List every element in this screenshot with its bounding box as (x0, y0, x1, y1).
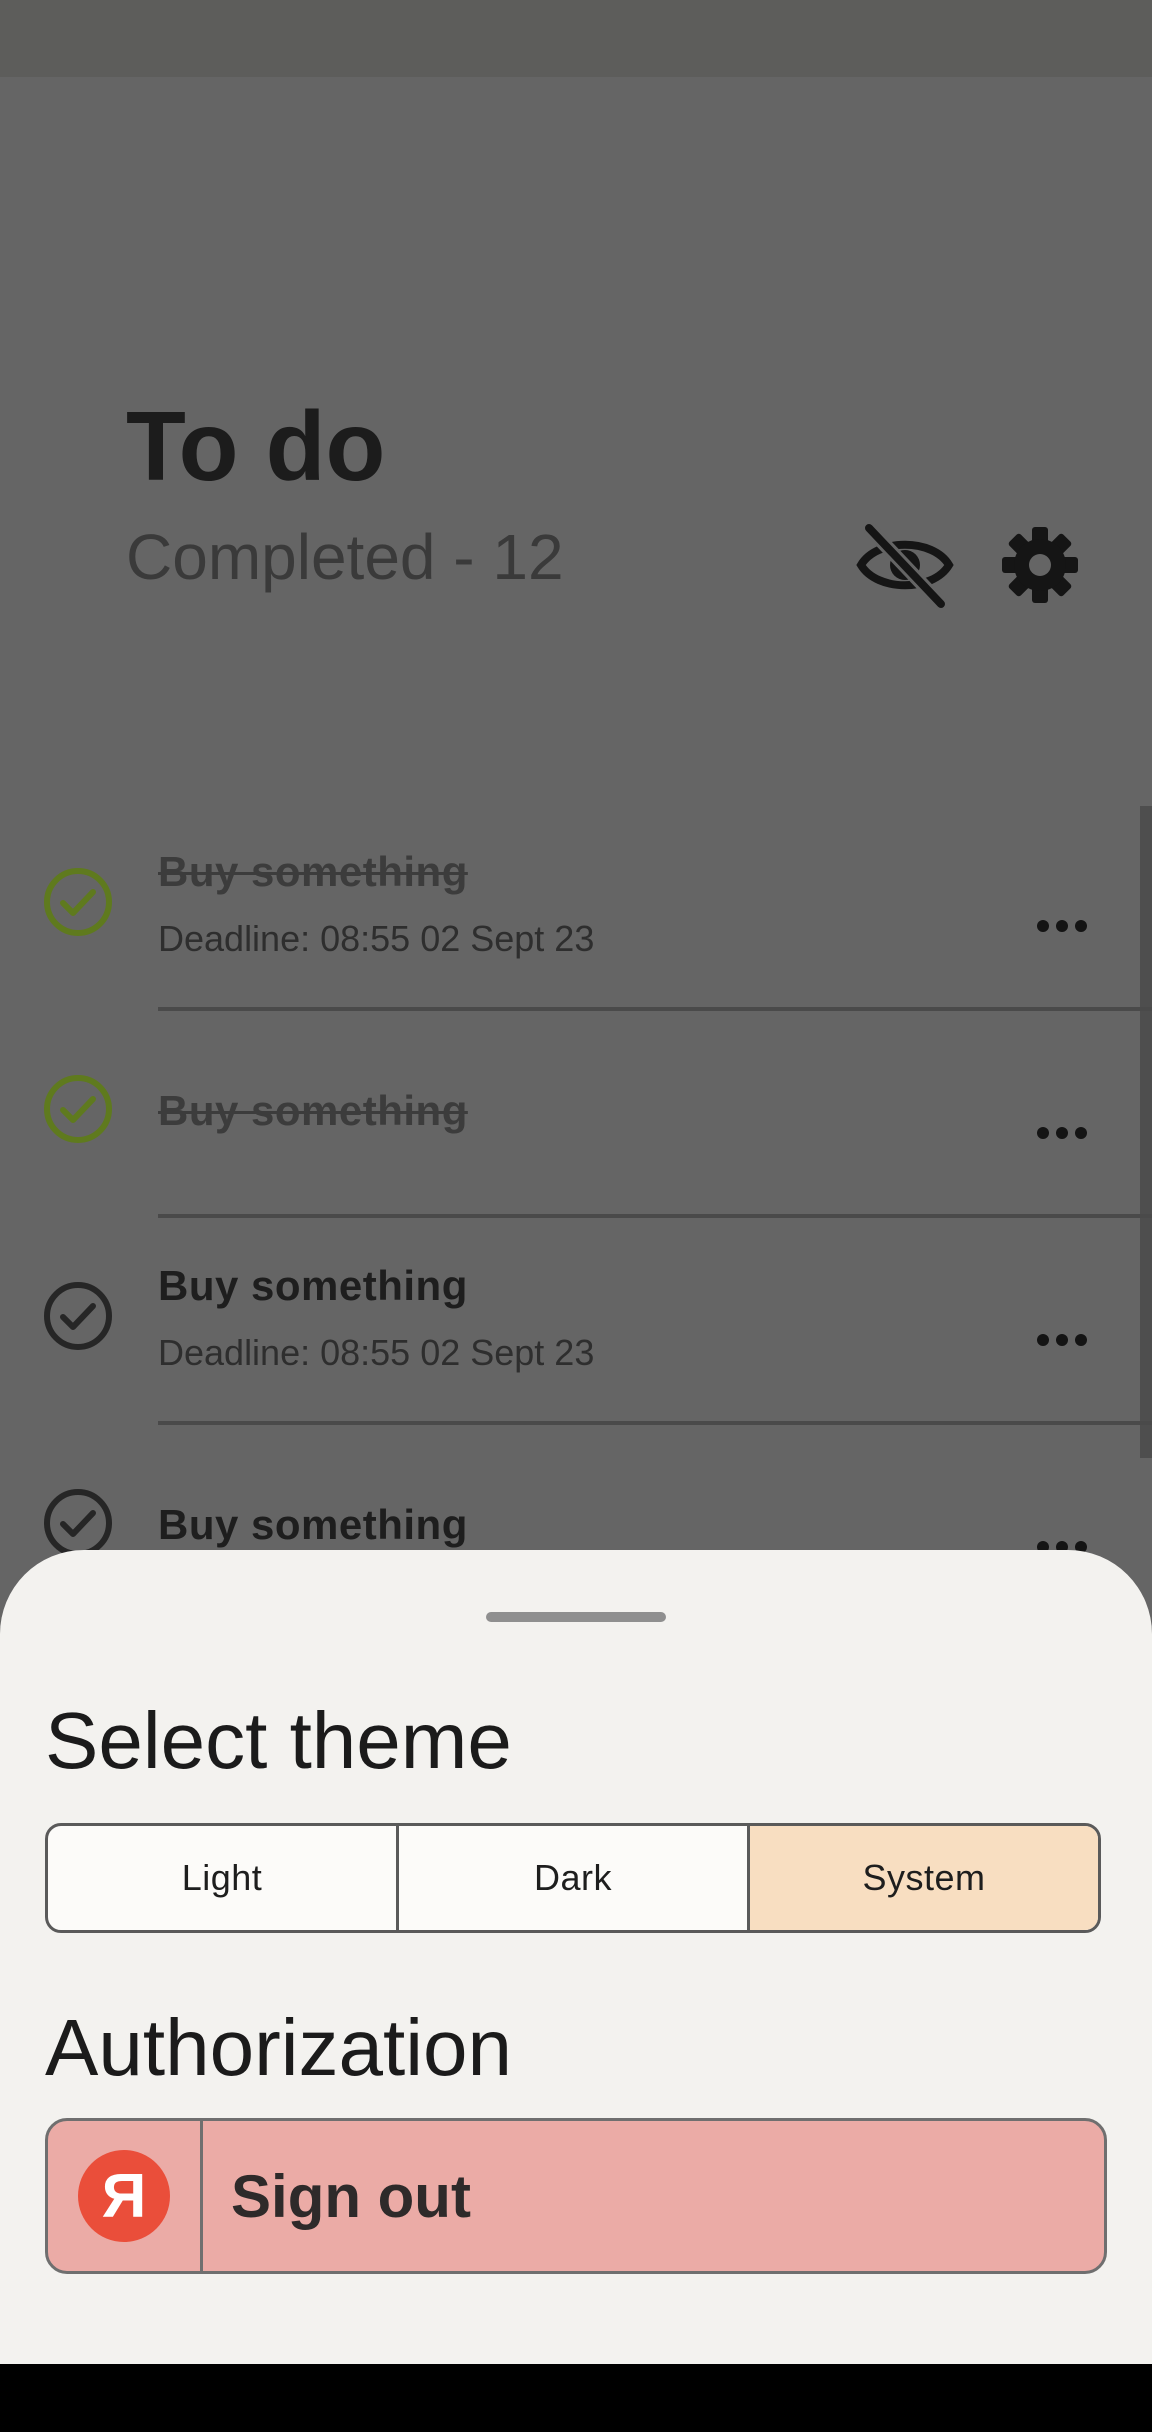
theme-option-light[interactable]: Light (48, 1826, 396, 1930)
select-theme-heading: Select theme (45, 1696, 512, 1785)
divider (158, 1421, 1152, 1425)
more-options-button[interactable] (1030, 906, 1094, 946)
status-bar (0, 0, 1152, 77)
divider (158, 1214, 1152, 1218)
settings-button[interactable] (990, 510, 1090, 620)
theme-segmented-control: Light Dark System (45, 1823, 1101, 1933)
more-options-button[interactable] (1030, 1113, 1094, 1153)
authorization-heading: Authorization (45, 2003, 512, 2092)
app-screen: To do Completed - 12 Buy something Deadl… (0, 0, 1152, 2364)
task-deadline: Deadline: 08:55 02 Sept 23 (158, 1332, 595, 1373)
sign-out-button[interactable]: Я Sign out (45, 2118, 1107, 2274)
task-title: Buy something (158, 848, 468, 895)
task-deadline: Deadline: 08:55 02 Sept 23 (158, 918, 595, 959)
task-item[interactable]: Buy something (0, 1027, 1152, 1234)
sign-out-label: Sign out (231, 2162, 471, 2230)
check-circle-icon[interactable] (42, 1280, 114, 1352)
theme-option-system[interactable]: System (747, 1826, 1098, 1930)
yandex-logo-cell: Я (48, 2121, 203, 2271)
system-navigation-bar (0, 2364, 1152, 2432)
eye-off-icon (856, 523, 954, 609)
task-item[interactable]: Buy something Deadline: 08:55 02 Sept 23 (0, 820, 1152, 1027)
completed-count: Completed - 12 (126, 521, 564, 593)
page-title: To do (126, 391, 386, 501)
task-title: Buy something (158, 1501, 468, 1548)
check-circle-icon[interactable] (42, 1073, 114, 1145)
yandex-logo-icon: Я (78, 2150, 170, 2242)
divider (158, 1007, 1152, 1011)
theme-option-dark[interactable]: Dark (396, 1826, 747, 1930)
check-circle-icon[interactable] (42, 1487, 114, 1559)
task-item[interactable]: Buy something Deadline: 08:55 02 Sept 23 (0, 1234, 1152, 1441)
more-horizontal-icon (1037, 1334, 1087, 1346)
task-title: Buy something (158, 1087, 468, 1134)
toggle-visibility-button[interactable] (850, 510, 960, 620)
settings-bottom-sheet: Select theme Light Dark System Authoriza… (0, 1550, 1152, 2364)
more-horizontal-icon (1037, 1127, 1087, 1139)
drag-handle[interactable] (486, 1612, 666, 1622)
task-title: Buy something (158, 1262, 468, 1309)
more-horizontal-icon (1037, 920, 1087, 932)
more-options-button[interactable] (1030, 1320, 1094, 1360)
gear-icon (1002, 527, 1078, 603)
check-circle-icon[interactable] (42, 866, 114, 938)
